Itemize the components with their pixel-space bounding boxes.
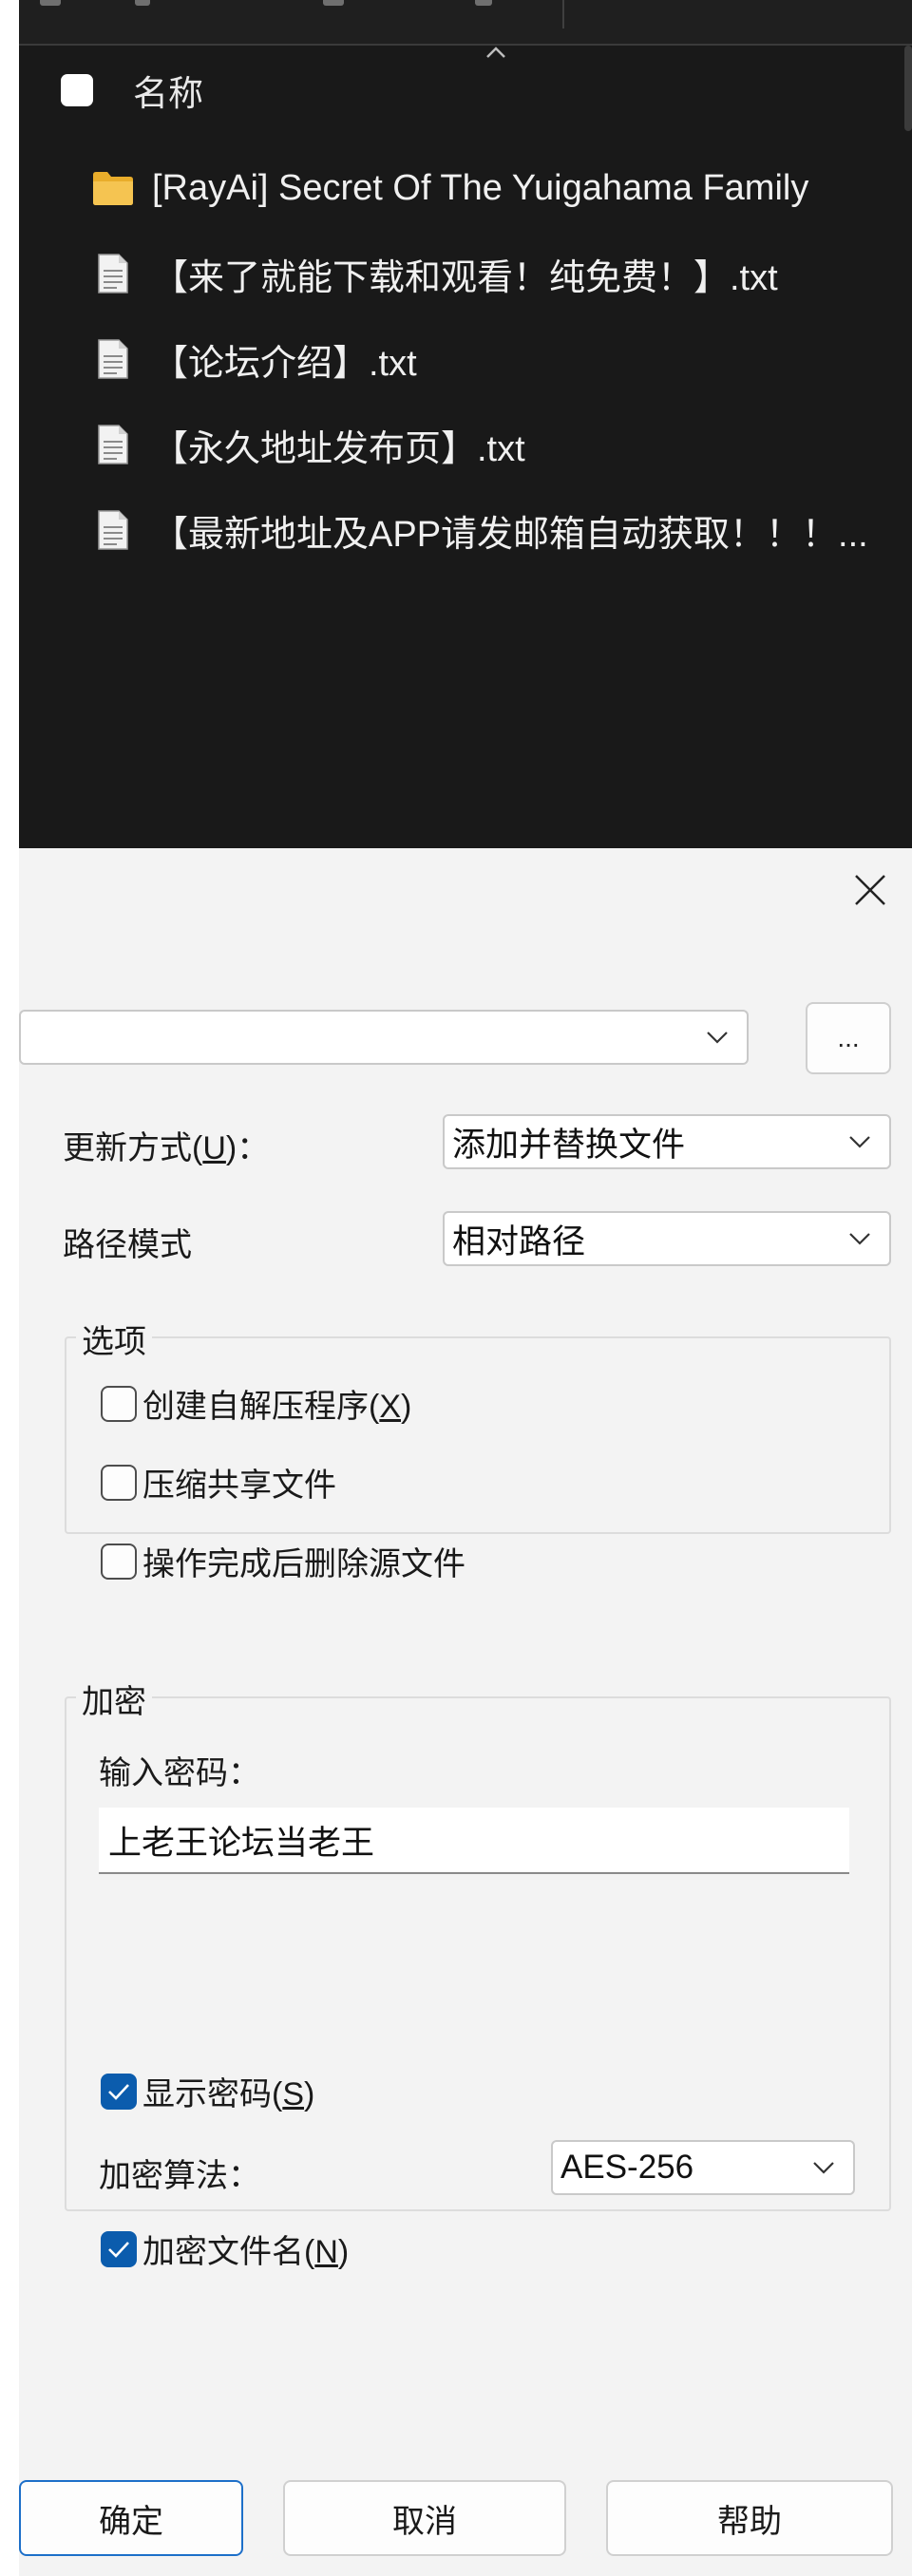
toolbar-icon[interactable]	[135, 0, 150, 6]
delete-source-files-checkbox[interactable]	[101, 1543, 137, 1580]
text-file-icon	[91, 508, 135, 552]
text-file-icon	[91, 252, 135, 295]
column-header-name[interactable]: 名称	[133, 65, 203, 116]
file-name: [RayAi] Secret Of The Yuigahama Family	[152, 167, 809, 208]
chevron-down-icon	[707, 1032, 728, 1044]
file-list-item[interactable]: 【永久地址发布页】.txt	[91, 416, 525, 473]
file-explorer-pane: 名称 [RayAi] Secret Of The Yuigahama Famil…	[0, 0, 912, 848]
compress-shared-files-checkbox[interactable]	[101, 1464, 137, 1501]
file-name: 【论坛介绍】.txt	[152, 343, 417, 384]
close-button[interactable]	[842, 862, 899, 919]
encryption-group-title: 加密	[76, 1676, 152, 1722]
explorer-toolbar	[19, 0, 912, 46]
cancel-button[interactable]: 取消	[283, 2480, 566, 2556]
toolbar-separator	[562, 0, 564, 28]
folder-icon	[91, 166, 135, 210]
algorithm-value: AES-256	[560, 2149, 694, 2186]
select-all-checkbox[interactable]	[61, 74, 93, 106]
create-sfx-option[interactable]: 创建自解压程序(X)	[101, 1380, 411, 1427]
path-mode-select[interactable]: 相对路径	[443, 1211, 891, 1266]
chevron-down-icon	[849, 1136, 870, 1148]
file-name: 【来了就能下载和观看！纯免费！】.txt	[152, 257, 778, 298]
file-list-item[interactable]: 【来了就能下载和观看！纯免费！】.txt	[91, 245, 778, 302]
encrypt-filenames-checkbox[interactable]	[101, 2230, 137, 2267]
password-label: 输入密码：	[99, 1755, 260, 1791]
update-mode-value: 添加并替换文件	[452, 1126, 686, 1164]
show-password-checkbox[interactable]	[101, 2073, 137, 2110]
path-mode-label: 路径模式	[63, 1227, 192, 1263]
create-sfx-checkbox[interactable]	[101, 1385, 137, 1422]
compress-shared-files-option[interactable]: 压缩共享文件	[101, 1459, 336, 1506]
encrypt-filenames-option[interactable]: 加密文件名(N)	[101, 2226, 349, 2272]
chevron-down-icon	[813, 2162, 834, 2174]
toolbar-icon[interactable]	[475, 0, 492, 6]
file-name: 【永久地址发布页】.txt	[152, 428, 525, 469]
algorithm-select[interactable]: AES-256	[551, 2140, 855, 2195]
delete-source-files-option[interactable]: 操作完成后删除源文件	[101, 1538, 466, 1584]
path-mode-value: 相对路径	[452, 1222, 586, 1260]
ok-button[interactable]: 确定	[19, 2480, 243, 2556]
options-group-title: 选项	[76, 1316, 152, 1362]
text-file-icon	[91, 423, 135, 466]
algorithm-label: 加密算法：	[99, 2158, 260, 2194]
password-input[interactable]: 上老王论坛当老王	[99, 1808, 849, 1874]
update-mode-label: 更新方式(U)：	[63, 1130, 270, 1166]
text-file-icon	[91, 337, 135, 381]
checkmark-icon	[108, 2083, 129, 2100]
show-password-option[interactable]: 显示密码(S)	[101, 2068, 314, 2114]
password-value: 上老王论坛当老王	[108, 1824, 375, 1862]
scrollbar[interactable]	[904, 46, 912, 131]
help-button[interactable]: 帮助	[606, 2480, 893, 2556]
browse-button[interactable]: ...	[806, 1002, 891, 1074]
file-list-item[interactable]: [RayAi] Secret Of The Yuigahama Family	[91, 160, 808, 217]
file-list-item[interactable]: 【最新地址及APP请发邮箱自动获取！！！...	[91, 502, 868, 559]
archive-settings-dialog: ... 更新方式(U)： 添加并替换文件 路径模式 相对路径 选项 创建自解压程…	[0, 848, 912, 2576]
close-icon	[855, 875, 885, 905]
sort-ascending-icon[interactable]	[484, 46, 507, 59]
column-header-row: 名称	[61, 66, 203, 114]
toolbar-icon[interactable]	[323, 0, 344, 6]
archive-path-combobox[interactable]	[19, 1010, 749, 1065]
update-mode-select[interactable]: 添加并替换文件	[443, 1114, 891, 1169]
toolbar-icon[interactable]	[40, 0, 61, 6]
file-name: 【最新地址及APP请发邮箱自动获取！！！...	[152, 514, 868, 555]
file-list-item[interactable]: 【论坛介绍】.txt	[91, 331, 417, 388]
checkmark-icon	[108, 2241, 129, 2258]
chevron-down-icon	[849, 1233, 870, 1245]
